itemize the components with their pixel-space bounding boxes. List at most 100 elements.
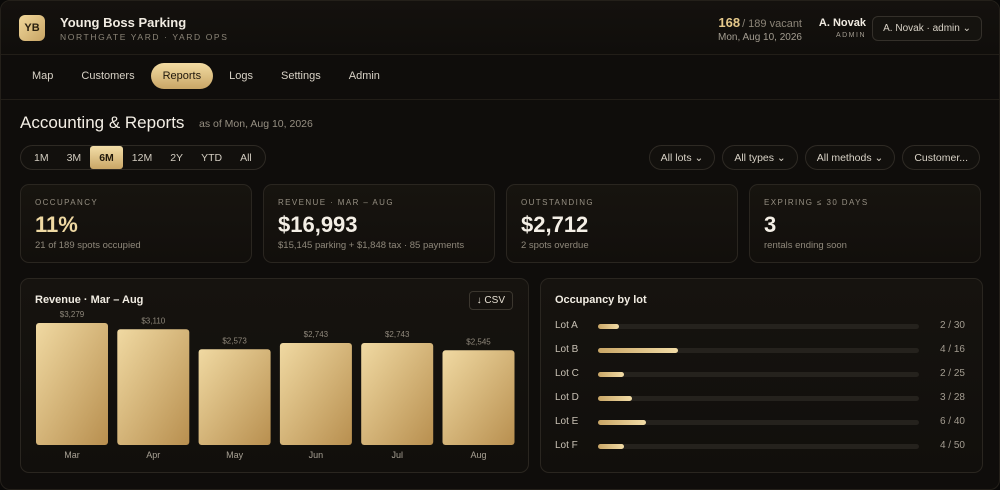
lot-name: Lot E (555, 416, 579, 427)
range-12m[interactable]: 12M (123, 146, 161, 169)
occupancy-bar-track (598, 348, 919, 353)
kpi-label: EXPIRING ≤ 30 DAYS (764, 198, 869, 207)
range-all[interactable]: All (231, 146, 261, 169)
revenue-bar[interactable] (198, 349, 271, 445)
kpi-subtext: $15,145 parking + $1,848 tax · 85 paymen… (278, 240, 465, 251)
nav-reports[interactable]: Reports (150, 63, 214, 89)
kpi-value: 3 (764, 212, 777, 237)
user-select-dropdown[interactable]: A. Novak · admin ⌄ (872, 16, 982, 41)
kpi-label: REVENUE · MAR – AUG (278, 198, 394, 207)
occupancy-row: Lot F 4 / 50 (555, 440, 965, 454)
occupancy-bar-fill (598, 396, 633, 401)
lot-name: Lot A (555, 320, 578, 331)
lot-name: Lot B (555, 344, 579, 355)
user-name: A. Novak (818, 17, 866, 29)
lot-count: 2 / 30 (939, 320, 965, 331)
bar-value-label: $2,545 (466, 337, 491, 346)
header-date: Mon, Aug 10, 2026 (718, 32, 802, 43)
bar-value-label: $2,743 (304, 330, 329, 339)
occupancy-panel: Occupancy by lot Lot A2 / 30 Lot B4 / 16 L… (540, 278, 983, 473)
occupancy-row: Lot E 6 / 40 (555, 416, 965, 430)
bar-value-label: $3,110 (141, 316, 165, 325)
header: YB Young Boss Parking NORTHGATE YARD · Y… (1, 1, 999, 55)
revenue-panel-title: Revenue · Mar – Aug (35, 294, 144, 306)
occupancy-bar-track (598, 420, 919, 425)
app-subtitle: NORTHGATE YARD · YARD OPS (60, 32, 229, 42)
occupancy-bar-track (598, 396, 919, 401)
kpi-subtext: rentals ending soon (764, 240, 847, 251)
kpi-label: OUTSTANDING (521, 198, 595, 207)
occupancy-bar-track (598, 372, 919, 377)
bar-value-label: $2,573 (222, 336, 247, 345)
occupancy-bar-fill (598, 444, 624, 449)
bar-value-label: $2,743 (385, 330, 410, 339)
bar-category-label: Jun (309, 450, 324, 460)
range-2y[interactable]: 2Y (161, 146, 192, 169)
kpi-card-occupancy: OCCUPANCY 11% 21 of 189 spots occupied (20, 184, 252, 263)
occupancy-bar-fill (598, 420, 647, 425)
lot-count: 4 / 50 (939, 440, 965, 451)
bar-category-label: Apr (146, 450, 160, 460)
main-nav: Map Customers Reports Logs Settings Admi… (20, 63, 392, 89)
app-logo: YB (19, 15, 45, 41)
occupancy-bar-track (598, 324, 919, 329)
revenue-bar[interactable] (442, 350, 515, 445)
occupancy-row: Lot A 2 / 30 (555, 320, 965, 334)
occupancy-row: Lot C 2 / 25 (555, 368, 965, 382)
revenue-bar[interactable] (361, 342, 434, 445)
nav-map[interactable]: Map (20, 63, 65, 89)
app-name: Young Boss Parking (60, 15, 187, 30)
nav-logs[interactable]: Logs (217, 63, 265, 89)
bar-category-label: May (226, 450, 244, 460)
revenue-bar[interactable] (117, 329, 190, 445)
filter-methods[interactable]: All methods ⌄ (804, 145, 896, 170)
nav-admin[interactable]: Admin (337, 63, 392, 89)
bar-category-label: Jul (391, 450, 403, 460)
revenue-bar[interactable] (36, 323, 108, 445)
revenue-bar[interactable] (279, 342, 352, 445)
occupancy-row: Lot D 3 / 28 (555, 392, 965, 406)
filter-bar: All lots ⌄ All types ⌄ All methods ⌄ Cus… (648, 145, 980, 170)
occupancy-bar-fill (598, 348, 679, 353)
export-csv-button[interactable]: ↓ CSV (468, 291, 513, 310)
occupancy-bar-fill (598, 372, 624, 377)
filter-types[interactable]: All types ⌄ (722, 145, 798, 170)
lot-count: 4 / 16 (939, 344, 965, 355)
kpi-card-revenue: REVENUE · MAR – AUG $16,993 $15,145 park… (263, 184, 495, 263)
kpi-value: $16,993 (278, 212, 358, 237)
range-6m[interactable]: 6M (90, 146, 123, 169)
vacancy-summary: 168/ 189 vacant (718, 15, 802, 30)
kpi-label: OCCUPANCY (35, 198, 99, 207)
kpi-subtext: 21 of 189 spots occupied (35, 240, 141, 251)
nav-divider (1, 99, 999, 100)
filter-customer[interactable]: Customer... (902, 145, 980, 170)
nav-settings[interactable]: Settings (269, 63, 333, 89)
kpi-card-expiring: EXPIRING ≤ 30 DAYS 3 rentals ending soon (749, 184, 981, 263)
kpi-subtext: 2 spots overdue (521, 240, 589, 251)
page-as-of: as of Mon, Aug 10, 2026 (199, 118, 313, 130)
lot-name: Lot C (555, 368, 579, 379)
lot-count: 6 / 40 (939, 416, 965, 427)
bar-category-label: Mar (64, 450, 80, 460)
occupancy-panel-title: Occupancy by lot (555, 294, 647, 306)
revenue-bar-chart: $3,279 Mar $3,110 Apr $2,573 May $2,743 Jun $2,7… (36, 310, 515, 460)
kpi-card-outstanding: OUTSTANDING $2,712 2 spots overdue (506, 184, 738, 263)
occupancy-row: Lot B 4 / 16 (555, 344, 965, 358)
kpi-value: $2,712 (521, 212, 589, 237)
user-role: ADMIN (835, 32, 866, 39)
range-1m[interactable]: 1M (25, 146, 58, 169)
lot-name: Lot F (555, 440, 578, 451)
nav-customers[interactable]: Customers (69, 63, 146, 89)
range-3m[interactable]: 3M (58, 146, 91, 169)
occupancy-bar-track (598, 444, 919, 449)
bar-category-label: Aug (470, 450, 486, 460)
filter-lots[interactable]: All lots ⌄ (648, 145, 716, 170)
lot-count: 2 / 25 (939, 368, 965, 379)
vacant-count: 168 (718, 15, 741, 30)
range-ytd[interactable]: YTD (192, 146, 231, 169)
app-window: YB Young Boss Parking NORTHGATE YARD · Y… (0, 0, 1000, 490)
occupancy-bar-fill (598, 324, 620, 329)
bar-value-label: $3,279 (60, 310, 85, 319)
vacant-suffix: / 189 vacant (742, 18, 802, 30)
range-selector: 1M 3M 6M 12M 2Y YTD All (20, 145, 266, 170)
